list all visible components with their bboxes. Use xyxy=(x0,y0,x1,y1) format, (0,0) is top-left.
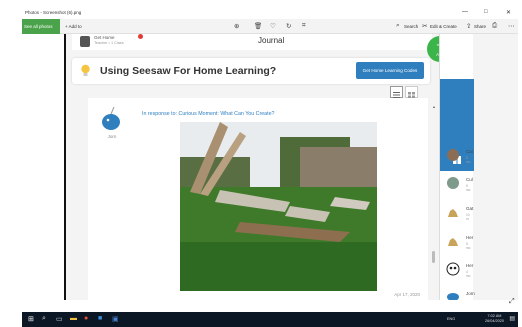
narwhal-avatar-icon xyxy=(102,106,120,130)
seesaw-top-bar: Get Home Teacher • 1 Class Journal xyxy=(72,34,432,50)
search-button[interactable]: Search xyxy=(404,24,418,29)
more-icon[interactable]: ⋯ xyxy=(508,22,515,30)
windows-start-icon[interactable]: ⊞ xyxy=(28,315,34,323)
search-icon[interactable]: ⌕ xyxy=(42,315,46,323)
task-view-icon[interactable]: ▭ xyxy=(56,315,63,323)
student-name: Gat xyxy=(466,206,474,211)
user-avatar xyxy=(80,36,90,47)
taskbar-clock[interactable]: 7:02 AM 26/04/2020 xyxy=(485,314,504,323)
user-role: Teacher • 1 Class xyxy=(94,41,124,45)
scrollbar-thumb[interactable] xyxy=(432,251,435,263)
maximize-button[interactable]: □ xyxy=(484,9,488,15)
cta-label: Get Home Learning Codes xyxy=(362,68,418,73)
heart-icon[interactable]: ♡ xyxy=(270,22,276,30)
add-to-button[interactable]: + Add to xyxy=(65,24,82,29)
student-item[interactable]: Her 5 mo xyxy=(443,232,473,254)
student-name: Jorn xyxy=(466,291,475,296)
crop-icon[interactable]: ⌗ xyxy=(302,22,306,30)
camel-avatar-icon xyxy=(448,209,458,217)
edit-create-button[interactable]: Edit & Create xyxy=(430,24,457,29)
edit-icon[interactable]: ✂ xyxy=(422,22,427,30)
rotate-icon[interactable]: ↻ xyxy=(286,22,291,30)
window-title: Photos - Screenshot (6).png xyxy=(25,10,82,15)
photos-app-window: Photos - Screenshot (6).png — □ ✕ See al… xyxy=(0,0,522,327)
student-name: Her xyxy=(466,235,474,240)
narwhal-avatar-icon xyxy=(447,293,459,300)
scroll-up-arrow-icon[interactable]: ▴ xyxy=(433,104,435,109)
student-meta: 0 mo xyxy=(466,156,471,164)
clock-time: 7:02 AM xyxy=(487,314,502,318)
snail-avatar-icon xyxy=(447,177,459,189)
notifications-icon[interactable]: ▤ xyxy=(509,315,515,322)
panda-avatar-icon xyxy=(446,262,460,276)
notification-badge xyxy=(138,34,143,39)
search-icon[interactable]: ⌕ xyxy=(396,22,400,30)
home-learning-banner: Using Seesaw For Home Learning? Get Home… xyxy=(72,58,430,84)
student-name: Cai xyxy=(466,149,473,154)
student-item[interactable]: Jorn xyxy=(443,288,475,310)
student-meta: 5 mo xyxy=(466,242,471,250)
delete-icon[interactable]: 🗑 xyxy=(254,22,262,30)
student-meta: 5 mo xyxy=(466,184,471,192)
post-date: Apr 17, 2020 xyxy=(394,292,420,297)
chrome-icon[interactable]: ● xyxy=(84,315,88,322)
see-all-label: See all photos xyxy=(24,24,53,29)
student-item[interactable]: Cul 5 mo xyxy=(443,174,473,196)
windows-taskbar: ⊞ ⌕ ▭ ▬ ● ■ ▣ ENG 7:02 AM 26/04/2020 ▤ xyxy=(22,312,518,327)
title-bar: Photos - Screenshot (6).png — □ ✕ xyxy=(22,8,518,18)
print-icon[interactable]: ⎙ xyxy=(492,22,497,30)
zoom-in-icon[interactable]: ⊕ xyxy=(234,22,239,30)
expand-icon[interactable]: ⤢ xyxy=(509,298,515,306)
close-button[interactable]: ✕ xyxy=(506,9,511,16)
student-item[interactable]: Gat 10 m xyxy=(443,203,473,225)
minimize-button[interactable]: — xyxy=(462,9,468,15)
photos-toolbar: See all photos + Add to ⊕ 🗑 ♡ ↻ ⌗ ⌕ Sear… xyxy=(22,19,518,34)
user-name: Get Home xyxy=(94,35,115,40)
grid-view-toggle[interactable] xyxy=(405,86,418,98)
hedgehog-avatar-icon xyxy=(447,149,459,161)
see-all-photos-button[interactable]: See all photos xyxy=(22,19,60,34)
student-meta: 4 mo xyxy=(466,270,471,278)
lightbulb-icon xyxy=(81,64,90,76)
store-icon[interactable]: ■ xyxy=(98,315,102,322)
camel-avatar-icon xyxy=(448,238,458,246)
student-name: Jorn xyxy=(107,134,117,139)
student-name: Cul xyxy=(466,177,473,182)
share-icon[interactable]: ⇪ xyxy=(466,22,471,30)
share-button[interactable]: Share xyxy=(474,24,486,29)
student-item[interactable]: Her 4 mo xyxy=(443,260,473,282)
get-home-learning-codes-button[interactable]: Get Home Learning Codes xyxy=(356,62,424,79)
photo-left-margin xyxy=(22,34,66,312)
student-item[interactable]: Cai 0 mo xyxy=(443,146,473,168)
banner-title: Using Seesaw For Home Learning? xyxy=(100,65,277,77)
student-meta: 10 m xyxy=(466,213,470,221)
clock-date: 26/04/2020 xyxy=(484,318,504,323)
journal-title: Journal xyxy=(258,36,285,45)
prompt-link[interactable]: In response to: Curious Moment: What Can… xyxy=(142,111,275,117)
post-photo[interactable] xyxy=(180,122,377,291)
list-view-toggle[interactable] xyxy=(390,86,403,98)
file-explorer-icon[interactable]: ▬ xyxy=(70,315,77,322)
language-indicator[interactable]: ENG xyxy=(447,317,455,321)
student-name: Her xyxy=(466,263,474,268)
photos-app-icon[interactable]: ▣ xyxy=(112,315,119,323)
